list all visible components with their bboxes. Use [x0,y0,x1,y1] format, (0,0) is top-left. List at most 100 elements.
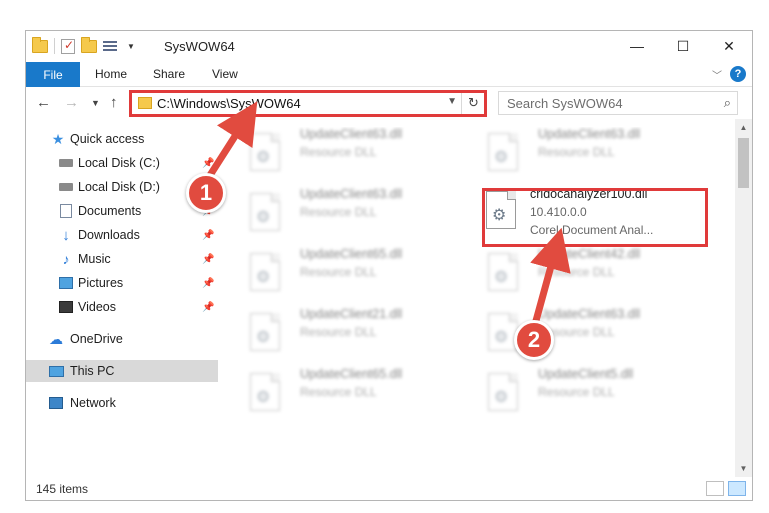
navigation-pane: ★ Quick access Local Disk (C:) 📌 Local D… [26,127,218,477]
customize-toolbar-icon[interactable] [103,39,121,53]
dll-file-icon: ⚙ [250,193,284,235]
scroll-thumb[interactable] [738,138,749,188]
file-type: Resource DLL [300,145,377,159]
dll-file-icon: ⚙ [250,133,284,175]
help-icon[interactable]: ? [730,66,746,82]
pictures-icon [58,276,74,290]
sidebar-item-quick-access[interactable]: ★ Quick access [26,128,218,150]
file-item[interactable]: ⚙ UpdateClient63.dll Resource DLL [242,127,474,181]
vertical-scrollbar[interactable]: ▲ ▼ [735,119,752,477]
file-item[interactable]: ⚙ UpdateClient21.dll Resource DLL [242,307,474,361]
file-name: crldocanalyzer100.dll [530,187,648,201]
search-placeholder: Search SysWOW64 [507,96,623,111]
pin-icon[interactable]: 📌 [202,254,214,265]
folder-icon [138,97,152,109]
pin-icon[interactable]: 📌 [202,278,214,289]
tab-file[interactable]: File [26,62,80,87]
refresh-icon: ↻ [468,95,479,110]
file-description: Corel Document Anal... [530,223,654,237]
file-name: UpdateClient21.dll [300,307,403,321]
large-icons-view-button[interactable] [728,481,746,496]
window-title: SysWOW64 [164,39,235,54]
file-item[interactable]: ⚙ UpdateClient65.dll Resource DLL [242,367,474,421]
pin-icon[interactable]: 📌 [202,302,214,313]
file-type: Resource DLL [538,265,615,279]
callout-badge-2: 2 [514,320,554,360]
tab-share[interactable]: Share [153,67,185,81]
sidebar-item-local-disk-c[interactable]: Local Disk (C:) 📌 [26,152,218,174]
chevron-down-icon[interactable]: ▼ [447,96,457,107]
file-type: Resource DLL [300,325,377,339]
tab-home[interactable]: Home [95,67,127,81]
up-icon[interactable]: ↑ [110,94,118,111]
title-bar: ▼ SysWOW64 — ☐ ✕ [26,31,752,62]
file-name: UpdateClient5.dll [538,367,634,381]
close-button[interactable]: ✕ [706,31,752,61]
drive-icon [58,156,74,170]
maximize-button[interactable]: ☐ [660,31,706,61]
scroll-down-icon[interactable]: ▼ [735,460,752,477]
file-version: 10.410.0.0 [530,205,587,219]
forward-icon[interactable]: → [64,94,79,111]
file-item[interactable]: ⚙ UpdateClient65.dll Resource DLL [242,247,474,301]
dll-file-icon: ⚙ [250,373,284,415]
file-item-highlighted[interactable]: ⚙ crldocanalyzer100.dll 10.410.0.0 Corel… [480,187,712,241]
file-list: ⚙ UpdateClient63.dll Resource DLL ⚙ Upda… [234,127,734,477]
ribbon: File Home Share View ﹀ ? [26,62,752,87]
videos-icon [58,300,74,314]
address-bar[interactable]: C:\Windows\SysWOW64 ▼ ↻ [130,91,486,115]
pin-icon[interactable]: 📌 [202,158,214,169]
sidebar-item-music[interactable]: ♪ Music 📌 [26,248,218,270]
dll-file-icon: ⚙ [486,191,520,233]
computer-icon [48,364,64,378]
file-type: Resource DLL [538,145,615,159]
scroll-up-icon[interactable]: ▲ [735,119,752,136]
search-input[interactable]: Search SysWOW64 ⌕ [498,91,738,115]
file-name: UpdateClient42.dll [538,247,641,261]
file-name: UpdateClient65.dll [300,367,403,381]
cloud-icon: ☁ [49,330,63,347]
sidebar-item-label: This PC [70,364,115,378]
expand-ribbon-icon[interactable]: ﹀ [712,67,722,82]
quick-access-toolbar: ▼ [32,36,135,54]
sidebar-item-network[interactable]: Network [26,392,218,414]
folder-icon [32,36,48,53]
back-icon[interactable]: ← [36,94,51,111]
status-bar: 145 items [26,477,752,500]
refresh-button[interactable]: ↻ [461,92,485,114]
address-path[interactable]: C:\Windows\SysWOW64 [157,96,301,111]
search-icon: ⌕ [723,95,731,110]
sidebar-item-label: Downloads [78,228,140,242]
file-name: UpdateClient65.dll [300,247,403,261]
item-count: 145 items [36,482,89,496]
sidebar-item-videos[interactable]: Videos 📌 [26,296,218,318]
music-icon: ♪ [62,251,70,267]
documents-icon [58,204,74,218]
file-item[interactable]: ⚙ UpdateClient5.dll Resource DLL [480,367,712,421]
pin-icon[interactable]: 📌 [202,230,214,241]
file-item[interactable]: ⚙ UpdateClient63.dll Resource DLL [480,127,712,181]
recent-locations-icon[interactable]: ▼ [91,98,100,108]
dll-file-icon: ⚙ [488,373,522,415]
explorer-window: ▼ SysWOW64 — ☐ ✕ File Home Share View ﹀ … [25,30,753,501]
file-item[interactable]: ⚙ UpdateClient63.dll Resource DLL [242,187,474,241]
star-icon: ★ [51,130,65,147]
minimize-button[interactable]: — [614,31,660,61]
sidebar-item-pictures[interactable]: Pictures 📌 [26,272,218,294]
sidebar-item-label: OneDrive [70,332,123,346]
sidebar-item-onedrive[interactable]: ☁ OneDrive [26,328,218,350]
file-item[interactable]: ⚙ UpdateClient42.dll Resource DLL [480,247,712,301]
sidebar-item-downloads[interactable]: ↓ Downloads 📌 [26,224,218,246]
chevron-down-icon[interactable]: ▼ [127,42,135,51]
properties-icon[interactable] [61,38,75,54]
network-icon [48,396,64,410]
new-folder-icon[interactable] [81,36,97,53]
file-type: Resource DLL [300,385,377,399]
dll-file-icon: ⚙ [488,133,522,175]
window-controls: — ☐ ✕ [614,31,752,61]
tab-view[interactable]: View [212,67,238,81]
sidebar-item-this-pc[interactable]: This PC [26,360,218,382]
file-type: Resource DLL [300,205,377,219]
sidebar-item-label: Local Disk (D:) [78,180,160,194]
details-view-button[interactable] [706,481,724,496]
